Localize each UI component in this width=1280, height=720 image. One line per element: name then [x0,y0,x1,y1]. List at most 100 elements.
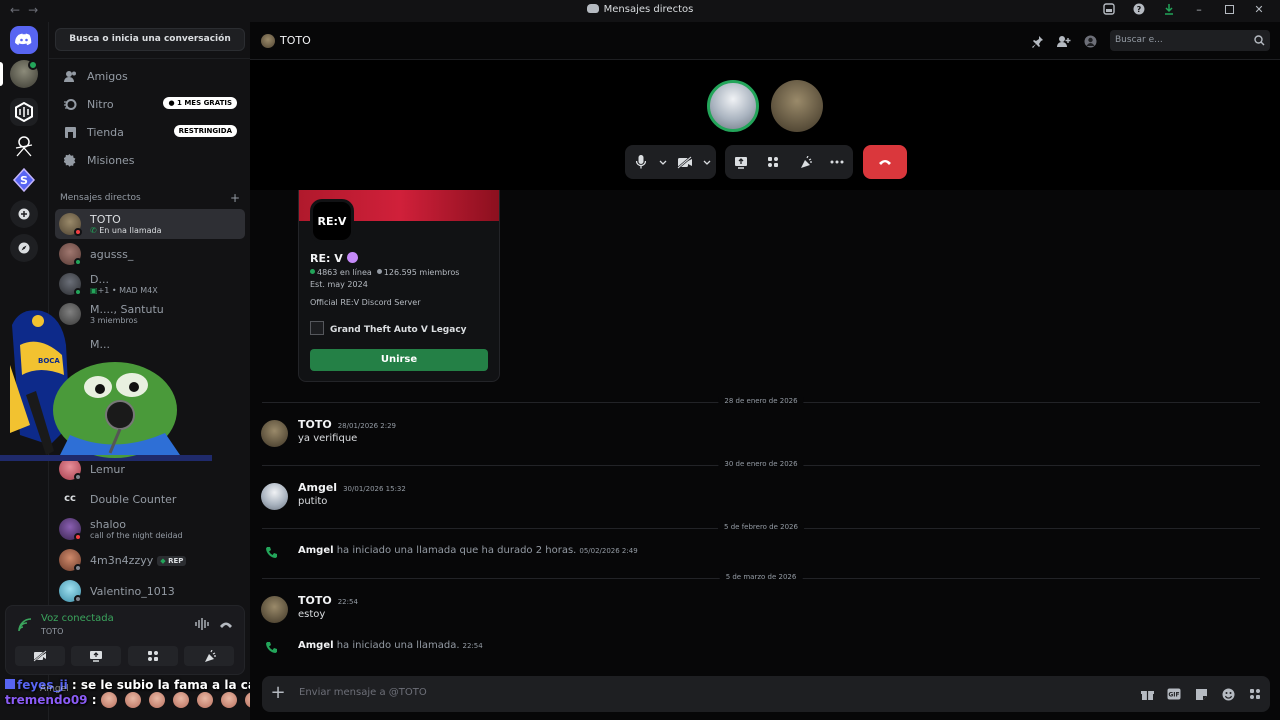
invite-member-count: 126.595 miembros [383,268,460,277]
server-tag-text: REP [168,557,184,565]
status-online-icon [74,258,82,266]
voice-channel[interactable]: TOTO [41,627,63,636]
emote-icon [196,692,213,708]
inbox-icon[interactable] [1102,2,1116,16]
active-pill [0,62,3,86]
message-author-name[interactable]: Amgel [298,481,337,494]
attach-plus-icon[interactable]: + [268,684,288,704]
message-author[interactable]: TOTO 28/01/2026 2:29 [298,418,396,431]
message-timestamp: 22:54 [337,598,358,606]
header-username[interactable]: TOTO [280,34,311,47]
message-composer[interactable]: + Enviar mensaje a @TOTO GIF [262,676,1270,712]
camera-off-icon [677,155,692,169]
activities-button[interactable] [128,646,178,666]
search-input[interactable]: Buscar e... [1110,30,1270,51]
gif-icon[interactable]: GIF [1166,686,1182,702]
server-s-icon[interactable]: S [10,166,38,194]
dm-item-shaloo[interactable]: shaloo call of the night deidad [55,514,245,544]
system-message-author[interactable]: Amgel [298,640,334,651]
phone-icon [266,642,277,653]
hang-up-button[interactable] [863,145,907,179]
camera-button[interactable] [669,145,701,179]
sidebar-item-nitro[interactable]: Nitro ● 1 MES GRATIS [55,91,245,117]
sidebar-item-label: Misiones [87,153,135,167]
download-icon[interactable] [1162,2,1176,16]
server-invite-card: RE:V RE: V 4863 en línea 126.595 miembros… [298,190,500,382]
soundboard-button[interactable] [184,646,234,666]
sidebar-item-quests[interactable]: Misiones [55,147,245,173]
soundboard-button[interactable] [789,145,821,179]
camera-off-button[interactable] [15,646,65,666]
discover-icon[interactable] [10,234,38,262]
minimize-icon[interactable]: – [1192,2,1206,16]
microphone-button[interactable] [625,145,657,179]
message-avatar[interactable] [261,596,288,623]
help-icon[interactable]: ? [1132,2,1146,16]
screen-share-button[interactable] [725,145,757,179]
emoji-icon[interactable] [1220,686,1236,702]
double-counter-logo-icon: cc [59,488,81,510]
maximize-icon[interactable] [1222,2,1236,16]
pin-icon[interactable] [1029,33,1045,49]
app-launcher-icon[interactable] [1247,686,1263,702]
dm-item-4m3n4zzyy[interactable]: 4m3n4zzyy ◆ REP [55,545,245,575]
close-icon[interactable]: ✕ [1252,2,1266,16]
message-author[interactable]: Amgel 30/01/2026 15:32 [298,481,406,494]
call-participant-avatar[interactable] [771,80,823,132]
call-area [250,60,1280,190]
dm-activity: ▣+1 • MAD M4X [90,286,158,295]
system-message-body: Amgel ha iniciado una llamada que ha dur… [298,545,638,556]
server-skeleton-icon[interactable] [10,132,38,160]
add-friends-to-dm-icon[interactable] [1056,33,1072,49]
activities-button[interactable] [757,145,789,179]
microphone-icon [636,155,646,169]
dm-item-d[interactable]: D... ▣+1 • MAD M4X [55,269,245,299]
noise-suppression-icon[interactable] [195,618,209,630]
home-button[interactable] [10,26,38,54]
dm-item-double-counter[interactable]: cc Double Counter [55,484,245,514]
mic-options-chevron-down-icon[interactable] [657,145,669,179]
dm-section-header: Mensajes directos + [60,191,240,205]
svg-text:GIF: GIF [1168,692,1179,699]
status-online-icon [74,288,82,296]
voice-status[interactable]: Voz conectada [41,613,114,624]
camera-options-chevron-down-icon[interactable] [701,145,713,179]
sidebar-item-shop[interactable]: Tienda RESTRINGIDA [55,119,245,145]
date-divider-text: 28 de enero de 2026 [718,397,804,405]
gift-icon[interactable] [1139,686,1155,702]
dm-item-agusss[interactable]: agusss_ [55,239,245,269]
date-divider-text: 5 de febrero de 2026 [718,523,804,531]
invite-server-icon: RE:V [310,199,354,243]
channel-header: TOTO Buscar e... [250,22,1280,60]
dm-name: agusss_ [90,248,134,261]
dm-item-toto[interactable]: TOTO ✆ En una llamada [55,209,245,239]
screen-share-button[interactable] [71,646,121,666]
sticker-icon[interactable] [1193,686,1209,702]
system-message-author[interactable]: Amgel [298,545,334,556]
find-conversation-button[interactable]: Busca o inicia una conversación [55,28,245,51]
message-timestamp: 30/01/2026 15:32 [343,485,406,493]
invite-established: Est. may 2024 [310,280,368,289]
message-avatar[interactable] [261,420,288,447]
message-avatar[interactable] [261,483,288,510]
message-author-name[interactable]: TOTO [298,418,332,431]
more-options-icon[interactable] [821,145,853,179]
dm-item-valentino[interactable]: Valentino_1013 [55,576,245,606]
sidebar-item-friends[interactable]: Amigos [55,63,245,89]
system-message-text: ha iniciado una llamada que ha durado 2 … [336,545,577,556]
message-author-name[interactable]: TOTO [298,594,332,607]
status-offline-icon [74,595,82,603]
user-profile-icon[interactable] [1082,33,1098,49]
shop-badge: RESTRINGIDA [173,125,237,137]
disconnect-icon[interactable] [219,619,233,629]
svg-text:S: S [20,174,28,187]
add-server-icon[interactable] [10,200,38,228]
join-server-button[interactable]: Unirse [310,349,488,371]
status-offline-icon [74,564,82,572]
nitro-icon [63,97,77,111]
pepe-stream-overlay: BOCA [0,305,212,465]
message-author[interactable]: TOTO 22:54 [298,594,358,607]
call-participant-avatar[interactable] [707,80,759,132]
server-cube-icon[interactable] [10,98,38,126]
create-dm-icon[interactable]: + [230,191,240,205]
